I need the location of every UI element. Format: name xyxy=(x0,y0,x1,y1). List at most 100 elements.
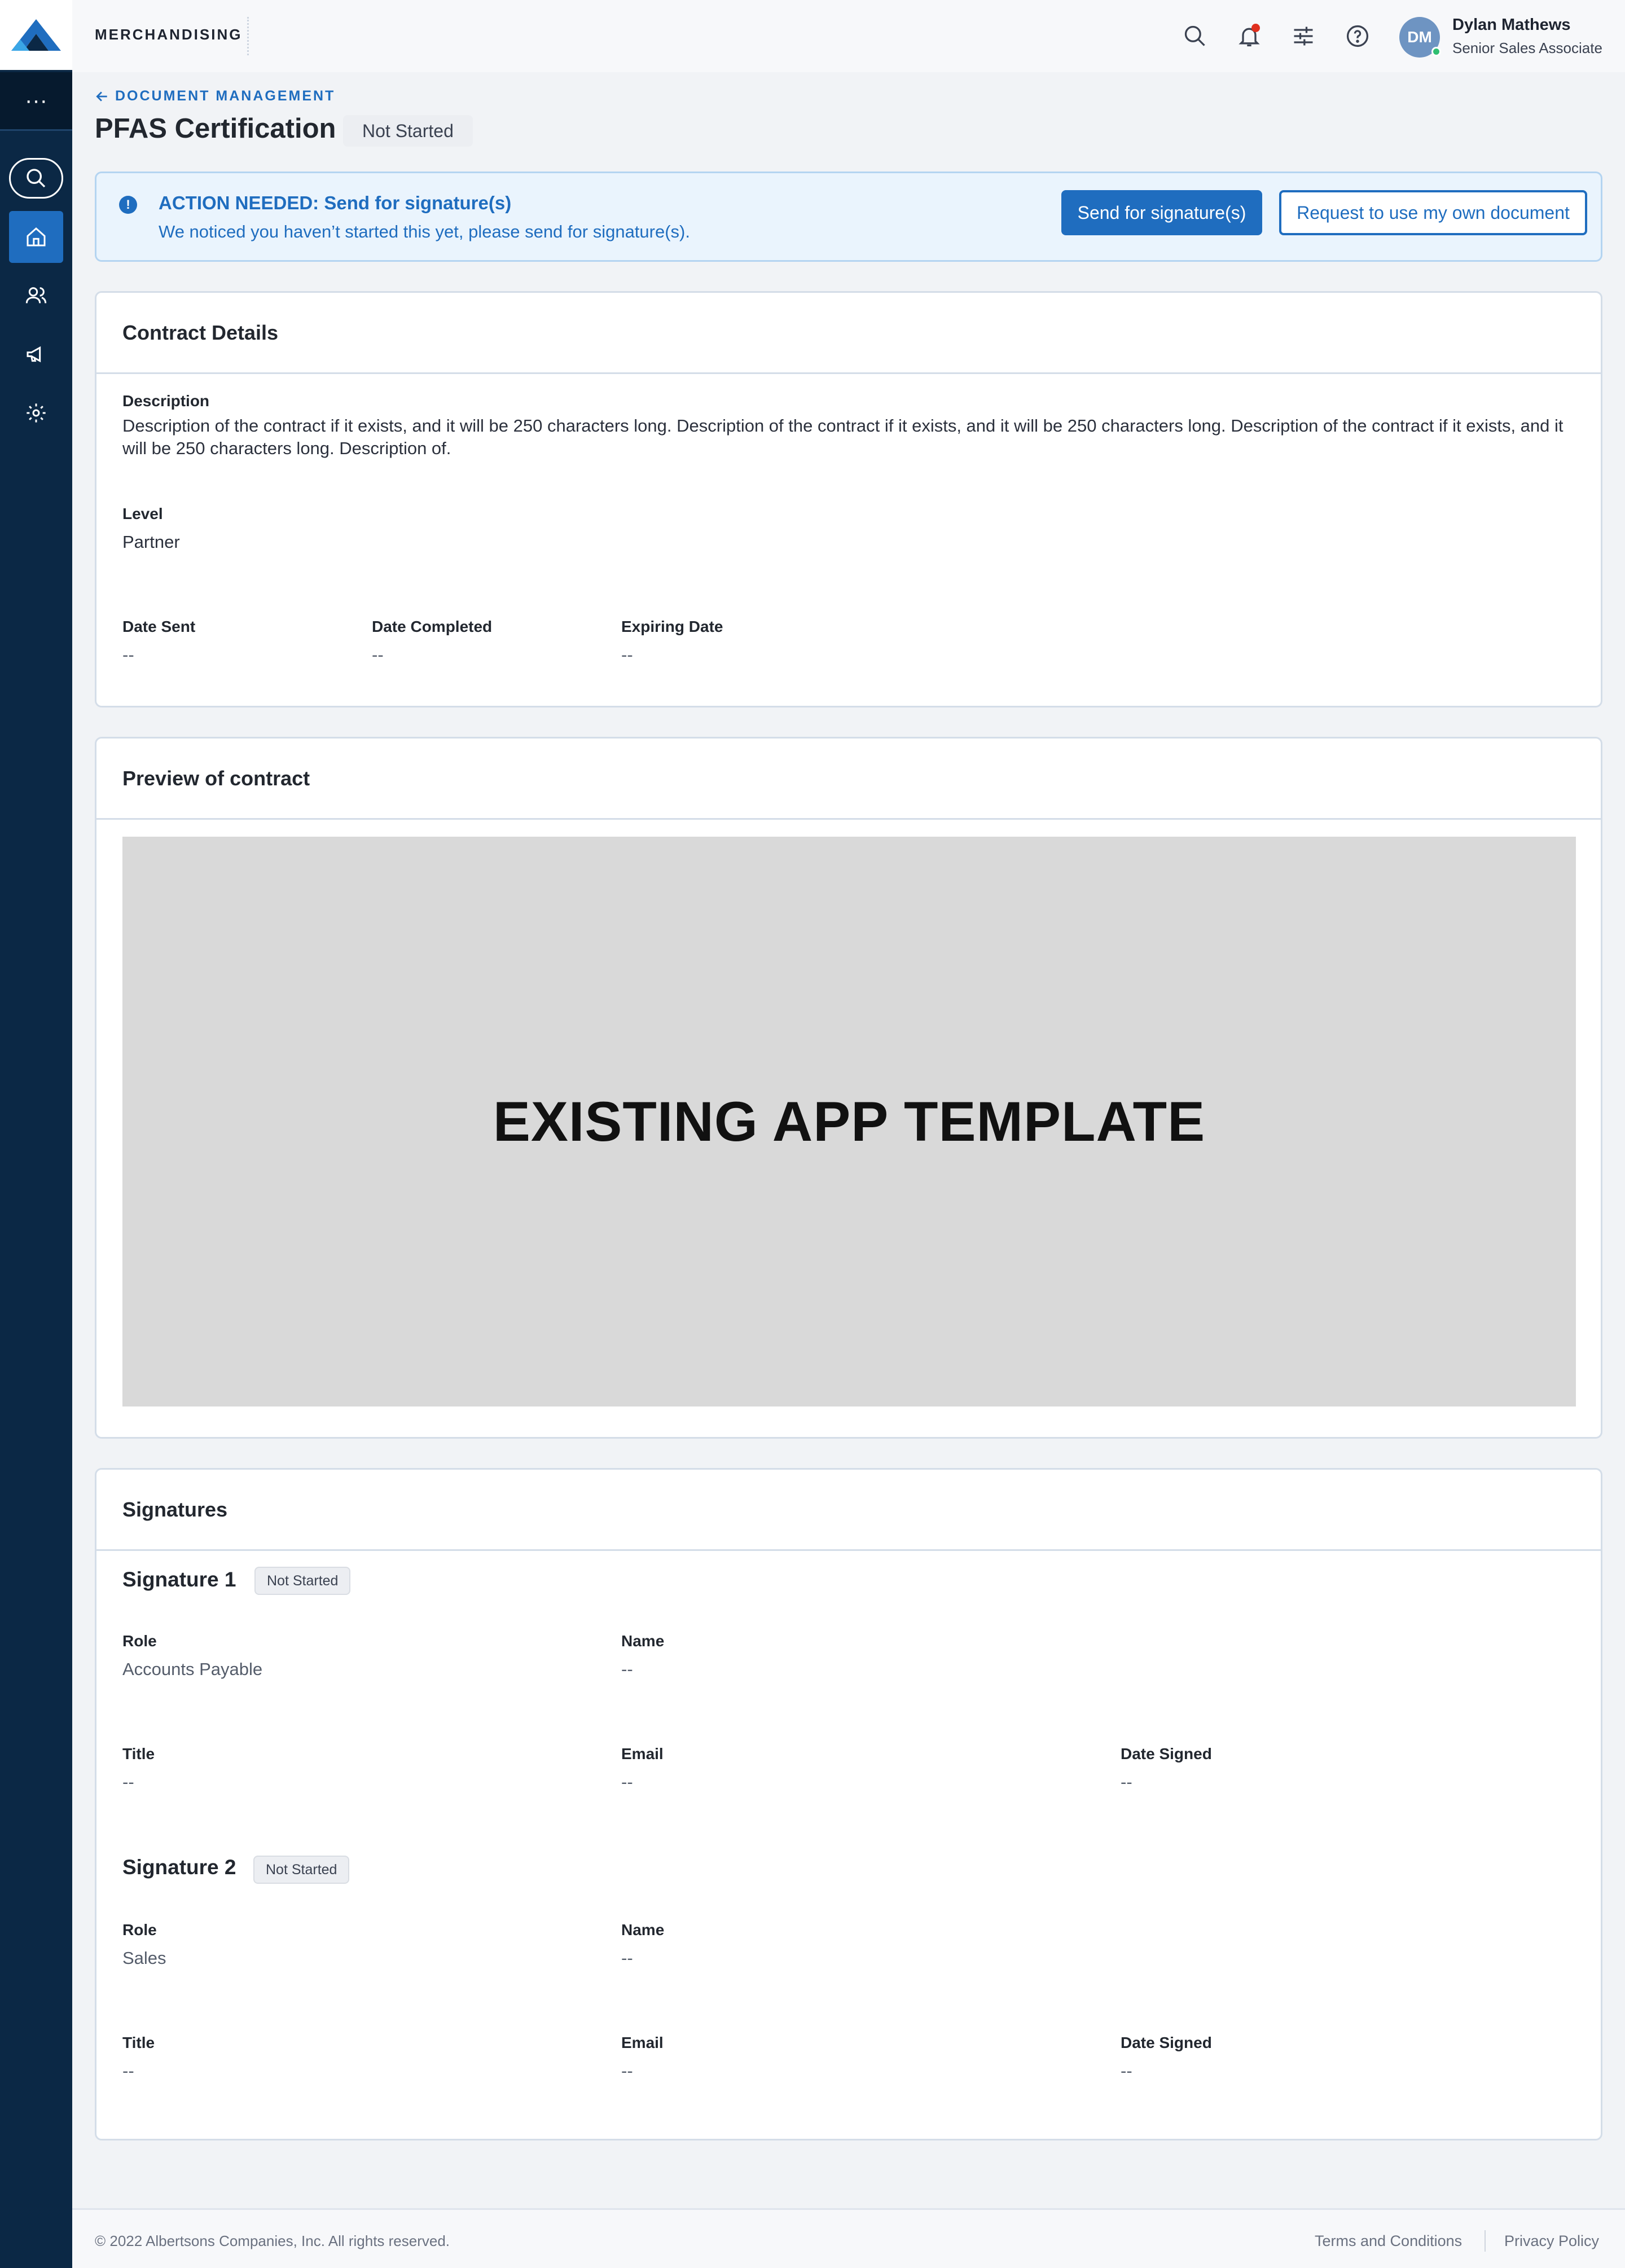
name-label: Name xyxy=(621,1632,665,1650)
sidebar-item-settings[interactable] xyxy=(9,387,63,439)
status-badge: Not Started xyxy=(343,115,473,147)
gear-icon xyxy=(27,403,46,423)
signature-role-field: Role Accounts Payable xyxy=(122,1632,262,1681)
signature-title-field: Title -- xyxy=(122,2034,155,2082)
email-label: Email xyxy=(621,1745,664,1762)
send-for-signature-button[interactable]: Send for signature(s) xyxy=(1061,190,1262,235)
more-menu-button[interactable]: ··· xyxy=(0,72,72,131)
signature-title: Signature 1 xyxy=(122,1568,236,1591)
breadcrumb-back-link[interactable]: DOCUMENT MANAGEMENT xyxy=(95,88,335,104)
title-label: Title xyxy=(122,2034,155,2051)
date-completed-label: Date Completed xyxy=(372,618,493,635)
email-value: -- xyxy=(621,1772,633,1792)
notifications-button[interactable] xyxy=(1233,20,1265,52)
sliders-icon xyxy=(1294,27,1313,46)
app-brand: MERCHANDISING xyxy=(95,26,243,43)
megaphone-icon xyxy=(27,346,41,363)
signature-name-field: Name -- xyxy=(621,1921,664,1970)
preview-heading: Preview of contract xyxy=(96,739,1601,820)
signature-date-field: Date Signed -- xyxy=(1121,1745,1212,1794)
title-value: -- xyxy=(122,1772,134,1792)
use-own-document-button[interactable]: Request to use my own document xyxy=(1279,190,1587,235)
role-label: Role xyxy=(122,1632,157,1650)
signature-email-field: Email -- xyxy=(621,2034,664,2082)
footer-divider xyxy=(1485,2230,1486,2252)
signature-date-field: Date Signed -- xyxy=(1121,2034,1212,2082)
sidebar-item-people[interactable] xyxy=(9,270,63,322)
alert-text: We noticed you haven’t started this yet,… xyxy=(159,222,690,241)
title-label: Title xyxy=(122,1745,155,1762)
app-logo[interactable] xyxy=(0,0,72,72)
user-role: Senior Sales Associate xyxy=(1452,39,1602,56)
signature-name-field: Name -- xyxy=(621,1632,664,1681)
notification-dot xyxy=(1251,24,1260,32)
description-field: Description Description of the contract … xyxy=(122,392,1578,460)
signature-status-badge: Not Started xyxy=(254,1567,351,1595)
home-icon xyxy=(27,227,46,247)
header-search-button[interactable] xyxy=(1179,20,1211,52)
contract-preview-placeholder: EXISTING APP TEMPLATE xyxy=(122,837,1576,1406)
signature-status-badge: Not Started xyxy=(253,1856,350,1884)
signature-email-field: Email -- xyxy=(621,1745,664,1794)
description-label: Description xyxy=(122,392,210,410)
contract-details-heading: Contract Details xyxy=(96,293,1601,374)
breadcrumb-label: DOCUMENT MANAGEMENT xyxy=(115,88,336,104)
date-signed-value: -- xyxy=(1121,2061,1132,2081)
contract-preview-card: Preview of contract EXISTING APP TEMPLAT… xyxy=(95,737,1602,1439)
brand-divider xyxy=(247,17,249,55)
search-icon xyxy=(1184,25,1205,46)
date-signed-label: Date Signed xyxy=(1121,2034,1212,2051)
signature-title: Signature 2 xyxy=(122,1856,236,1879)
date-sent-value: -- xyxy=(122,645,134,665)
name-value: -- xyxy=(621,1948,633,1968)
level-label: Level xyxy=(122,505,163,522)
filters-button[interactable] xyxy=(1288,20,1319,52)
signatures-card: Signatures Signature 1 Not Started Role … xyxy=(95,1468,1602,2140)
date-completed-value: -- xyxy=(372,645,384,665)
people-icon xyxy=(25,287,47,304)
name-value: -- xyxy=(621,1659,633,1679)
email-label: Email xyxy=(621,2034,664,2051)
role-label: Role xyxy=(122,1921,157,1939)
copyright-text: © 2022 Albertsons Companies, Inc. All ri… xyxy=(95,2232,450,2249)
date-sent-label: Date Sent xyxy=(122,618,196,635)
footer: © 2022 Albertsons Companies, Inc. All ri… xyxy=(72,2208,1625,2268)
sidebar-item-campaigns[interactable] xyxy=(9,328,63,380)
action-needed-alert: ! ACTION NEEDED: Send for signature(s) W… xyxy=(95,172,1602,262)
title-value: -- xyxy=(122,2061,134,2081)
signatures-heading: Signatures xyxy=(96,1470,1601,1551)
level-value: Partner xyxy=(122,532,180,552)
contract-details-card: Contract Details Description Description… xyxy=(95,291,1602,707)
expiring-date-label: Expiring Date xyxy=(621,618,723,635)
arrow-left-icon xyxy=(96,91,107,102)
date-completed-field: Date Completed -- xyxy=(372,618,492,666)
online-status-dot xyxy=(1431,47,1441,56)
sidebar-search-button[interactable] xyxy=(9,158,63,199)
search-icon xyxy=(27,169,46,188)
level-field: Level Partner xyxy=(122,505,180,553)
role-value: Accounts Payable xyxy=(122,1659,263,1679)
page-title: PFAS Certification xyxy=(95,113,336,144)
expiring-date-field: Expiring Date -- xyxy=(621,618,723,666)
user-name: Dylan Mathews xyxy=(1452,16,1571,34)
date-signed-label: Date Signed xyxy=(1121,1745,1212,1762)
help-button[interactable] xyxy=(1342,20,1373,52)
top-bar: MERCHANDISING DM Dylan Mathews Senior Sa… xyxy=(72,0,1625,72)
date-signed-value: -- xyxy=(1121,1772,1132,1792)
logo-icon xyxy=(11,19,61,51)
sidebar: ··· xyxy=(0,0,72,2268)
description-value: Description of the contract if it exists… xyxy=(122,416,1563,458)
more-icon: ··· xyxy=(25,88,47,113)
signature-role-field: Role Sales xyxy=(122,1921,166,1970)
alert-icon: ! xyxy=(119,196,137,214)
name-label: Name xyxy=(621,1921,665,1939)
email-value: -- xyxy=(621,2061,633,2081)
role-value: Sales xyxy=(122,1948,166,1968)
expiring-date-value: -- xyxy=(621,645,633,665)
date-sent-field: Date Sent -- xyxy=(122,618,195,666)
privacy-link[interactable]: Privacy Policy xyxy=(1504,2232,1599,2250)
sidebar-item-home[interactable] xyxy=(9,211,63,263)
help-icon xyxy=(1346,25,1369,47)
terms-link[interactable]: Terms and Conditions xyxy=(1315,2232,1462,2250)
signature-title-field: Title -- xyxy=(122,1745,155,1794)
